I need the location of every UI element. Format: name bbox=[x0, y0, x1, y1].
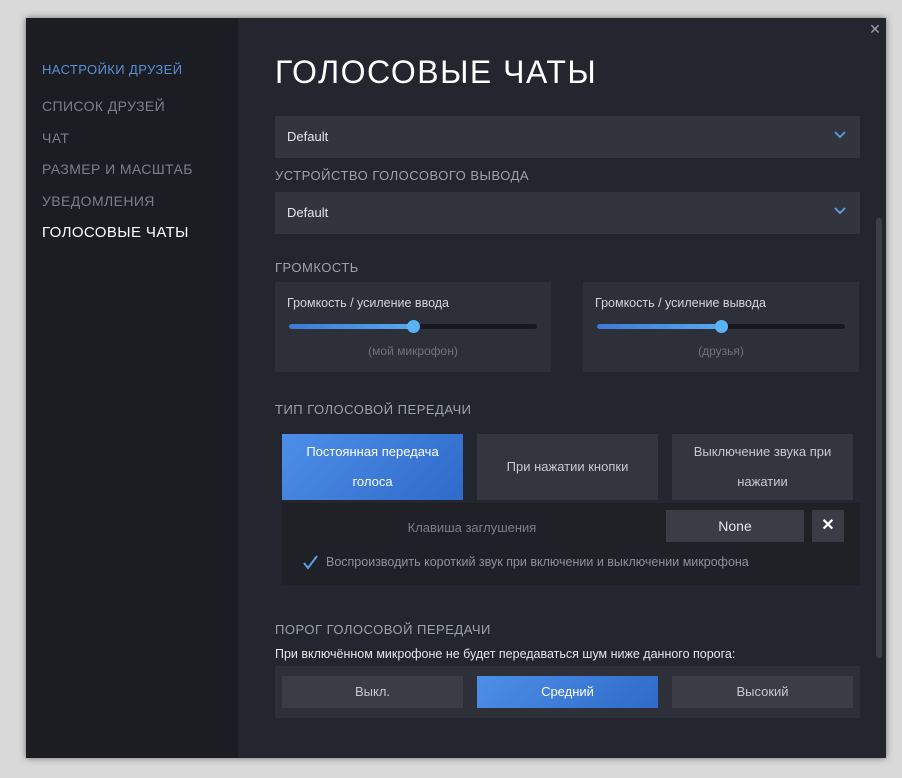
transmission-type-label: Тип голосовой передачи bbox=[275, 402, 472, 417]
voice-settings-window: Настройки друзей Список друзей Чат Разме… bbox=[26, 18, 886, 758]
output-volume-handle[interactable] bbox=[715, 320, 728, 333]
output-device-label: Устройство голосового вывода bbox=[275, 168, 530, 183]
sidebar-item-size-scale[interactable]: Размер и масштаб bbox=[42, 161, 193, 177]
push-to-mute-button[interactable]: Выключение звука при нажатии bbox=[672, 434, 853, 500]
mute-key-row: Клавиша заглушения None ✕ Воспроизводить… bbox=[282, 503, 860, 585]
scrollbar[interactable] bbox=[876, 218, 882, 658]
input-device-dropdown[interactable]: Default bbox=[275, 116, 860, 158]
settings-sidebar: Настройки друзей Список друзей Чат Разме… bbox=[26, 18, 238, 758]
input-volume-panel: Громкость / усиление ввода (мой микрофон… bbox=[275, 282, 551, 372]
threshold-high-button[interactable]: Высокий bbox=[672, 676, 853, 708]
page-title: ГОЛОСОВЫЕ ЧАТЫ bbox=[275, 54, 598, 90]
input-volume-fill bbox=[289, 324, 413, 329]
chevron-down-icon bbox=[834, 207, 846, 215]
sidebar-item-voice-chats[interactable]: Голосовые чаты bbox=[42, 224, 189, 241]
output-volume-panel: Громкость / усиление вывода (друзья) bbox=[583, 282, 859, 372]
threshold-off-button[interactable]: Выкл. bbox=[282, 676, 463, 708]
input-volume-title: Громкость / усиление ввода bbox=[287, 296, 449, 310]
sound-checkbox-label: Воспроизводить короткий звук при включен… bbox=[326, 555, 749, 569]
sidebar-item-notifications[interactable]: Уведомления bbox=[42, 193, 155, 209]
sidebar-header-friend-settings: Настройки друзей bbox=[42, 62, 183, 77]
output-device-value: Default bbox=[287, 205, 329, 220]
mute-key-button[interactable]: None bbox=[666, 510, 804, 542]
chevron-down-icon bbox=[834, 131, 846, 139]
input-device-value: Default bbox=[287, 129, 329, 144]
threshold-label: Порог голосовой передачи bbox=[275, 622, 491, 637]
mute-key-label: Клавиша заглушения bbox=[407, 520, 537, 535]
input-volume-subtitle: (мой микрофон) bbox=[368, 344, 458, 358]
checkmark-icon[interactable] bbox=[302, 554, 318, 570]
output-device-dropdown[interactable]: Default bbox=[275, 192, 860, 234]
clear-key-button[interactable]: ✕ bbox=[812, 510, 844, 542]
threshold-medium-button[interactable]: Средний bbox=[477, 676, 658, 708]
output-volume-title: Громкость / усиление вывода bbox=[595, 296, 766, 310]
output-volume-fill bbox=[597, 324, 721, 329]
output-volume-slider[interactable] bbox=[597, 320, 845, 333]
push-to-talk-button[interactable]: При нажатии кнопки bbox=[477, 434, 658, 500]
input-volume-handle[interactable] bbox=[407, 320, 420, 333]
close-icon[interactable]: ✕ bbox=[868, 22, 882, 36]
sidebar-item-friends-list[interactable]: Список друзей bbox=[42, 98, 165, 114]
threshold-panel: Выкл. Средний Высокий bbox=[275, 666, 860, 718]
input-volume-slider[interactable] bbox=[289, 320, 537, 333]
open-mic-button[interactable]: Постоянная передача голоса bbox=[282, 434, 463, 500]
output-volume-subtitle: (друзья) bbox=[698, 344, 744, 358]
volume-label: Громкость bbox=[275, 260, 359, 275]
sidebar-item-chat[interactable]: Чат bbox=[42, 130, 69, 146]
threshold-hint: При включённом микрофоне не будет переда… bbox=[275, 647, 736, 661]
